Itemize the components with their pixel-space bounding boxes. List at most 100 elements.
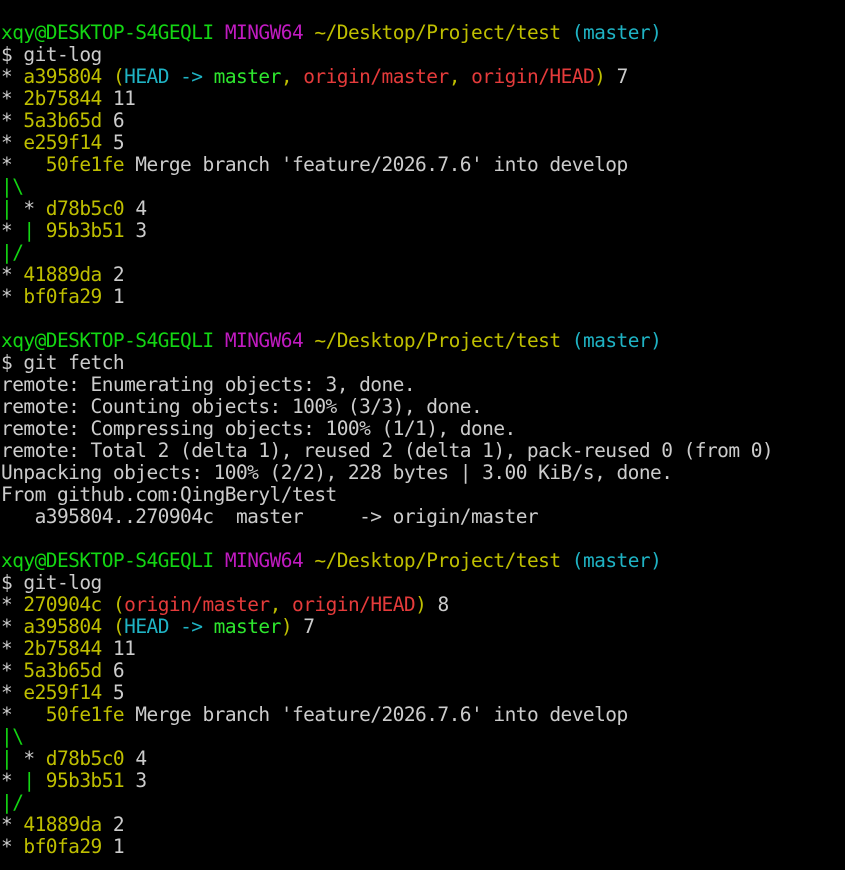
terminal-text-segment: e259f14 — [23, 132, 102, 154]
terminal-text-segment: * — [1, 836, 24, 858]
terminal-text-segment: Unpacking objects: 100% (2/2), 228 bytes… — [1, 462, 673, 484]
terminal-text-segment: remote: Compressing objects: 100% (1/1),… — [1, 418, 516, 440]
terminal-line-log: * a395804 (HEAD -> master) 7 — [1, 616, 845, 638]
terminal-line-log: * 2b75844 11 — [1, 88, 845, 110]
terminal-line-log: * a395804 (HEAD -> master, origin/master… — [1, 66, 845, 88]
terminal-text-segment: * — [12, 748, 46, 770]
terminal-text-segment: remote: Total 2 (delta 1), reused 2 (del… — [1, 440, 774, 462]
terminal-text-segment: * — [1, 704, 46, 726]
terminal-text-segment: * — [12, 198, 46, 220]
terminal-line-log: * 2b75844 11 — [1, 638, 845, 660]
terminal-line-output: remote: Counting objects: 100% (3/3), do… — [1, 396, 845, 418]
terminal-line-log: * 5a3b65d 6 — [1, 660, 845, 682]
terminal-text-segment: * — [1, 638, 24, 660]
terminal-text-segment: 3 — [124, 770, 147, 792]
terminal-text-segment: 5 — [101, 682, 125, 704]
terminal-line-command: $ git fetch — [1, 352, 845, 374]
terminal-text-segment: * — [1, 220, 24, 242]
terminal-text-segment: 6 — [101, 110, 125, 132]
terminal-text-segment: 41889da — [23, 264, 102, 286]
terminal-text-segment: 5 — [101, 132, 125, 154]
terminal-text-segment: 4 — [124, 198, 147, 220]
terminal-text-segment: 3 — [124, 220, 147, 242]
terminal-text-segment: origin/HEAD — [471, 66, 595, 88]
terminal-text-segment: a395804..270904c master -> origin/master — [1, 506, 539, 528]
terminal-output[interactable]: xqy@DESKTOP-S4GEQLI MINGW64 ~/Desktop/Pr… — [1, 22, 845, 858]
terminal-text-segment: origin/master — [124, 594, 270, 616]
terminal-text-segment: xqy@DESKTOP-S4GEQLI — [1, 550, 214, 572]
terminal-line-log: * 5a3b65d 6 — [1, 110, 845, 132]
terminal-text-segment: * — [1, 154, 46, 176]
terminal-line-log: * 270904c (origin/master, origin/HEAD) 8 — [1, 594, 845, 616]
terminal-text-segment: d78b5c0 — [45, 198, 125, 220]
terminal-text-segment: 2b75844 — [23, 638, 102, 660]
terminal-line-output: From github.com:QingBeryl/test — [1, 484, 845, 506]
terminal-text-segment: 1 — [101, 836, 125, 858]
terminal-text-segment: 7 — [292, 616, 315, 638]
terminal-text-segment: bf0fa29 — [23, 286, 102, 308]
terminal-line-log: * bf0fa29 1 — [1, 836, 845, 858]
terminal-line-output: remote: Compressing objects: 100% (1/1),… — [1, 418, 845, 440]
terminal-text-segment: ( — [112, 616, 125, 638]
terminal-line-log: * 41889da 2 — [1, 814, 845, 836]
terminal-text-segment: d78b5c0 — [45, 748, 125, 770]
terminal-text-segment: * — [1, 88, 24, 110]
terminal-text-segment: 7 — [605, 66, 629, 88]
terminal-text-segment: * — [1, 616, 24, 638]
terminal-text-segment: MINGW64 — [224, 550, 304, 572]
terminal-text-segment: * — [1, 264, 24, 286]
terminal-text-segment: origin/HEAD — [292, 594, 416, 616]
terminal-text-segment: * — [1, 286, 24, 308]
terminal-line-log: | * d78b5c0 4 — [1, 748, 845, 770]
terminal-text-segment: |\ — [1, 176, 24, 198]
terminal-text-segment: $ git-log — [1, 572, 102, 594]
terminal-text-segment: | — [23, 220, 35, 242]
terminal-line-command: $ git-log — [1, 572, 845, 594]
terminal-text-segment: a395804 — [23, 616, 102, 638]
terminal-line-log: * bf0fa29 1 — [1, 286, 845, 308]
terminal-text-segment: ~/Desktop/Project/test — [314, 22, 561, 44]
terminal-text-segment: * — [1, 814, 24, 836]
terminal-line-log: * | 95b3b51 3 — [1, 770, 845, 792]
terminal-text-segment: 5a3b65d — [23, 660, 102, 682]
terminal-line-log: * | 95b3b51 3 — [1, 220, 845, 242]
terminal-text-segment: * — [1, 682, 24, 704]
terminal-line-output: remote: Total 2 (delta 1), reused 2 (del… — [1, 440, 845, 462]
terminal-text-segment: 8 — [426, 594, 450, 616]
terminal-text-segment: | — [23, 770, 35, 792]
terminal-line-graph: |\ — [1, 726, 845, 748]
terminal-text-segment: , — [280, 66, 304, 88]
terminal-line-log: * 50fe1fe Merge branch 'feature/2026.7.6… — [1, 704, 845, 726]
terminal-text-segment: xqy@DESKTOP-S4GEQLI — [1, 22, 214, 44]
terminal-text-segment: xqy@DESKTOP-S4GEQLI — [1, 330, 214, 352]
terminal-text-segment: |\ — [1, 726, 24, 748]
terminal-text-segment: 2b75844 — [23, 88, 102, 110]
terminal-text-segment: ~/Desktop/Project/test — [314, 330, 561, 352]
terminal-line-log: * e259f14 5 — [1, 682, 845, 704]
terminal-text-segment: (master) — [571, 22, 662, 44]
terminal-text-segment: * — [1, 594, 24, 616]
terminal-text-segment: remote: Enumerating objects: 3, done. — [1, 374, 416, 396]
terminal-text-segment: | — [1, 748, 13, 770]
terminal-text-segment: (master) — [571, 330, 662, 352]
terminal-line-command: $ git-log — [1, 44, 845, 66]
terminal-text-segment: ) — [594, 66, 606, 88]
terminal-text-segment: (master) — [571, 550, 662, 572]
terminal-text-segment: , — [448, 66, 472, 88]
terminal-line-graph: |\ — [1, 176, 845, 198]
terminal-line-output: remote: Enumerating objects: 3, done. — [1, 374, 845, 396]
terminal-line-log: | * d78b5c0 4 — [1, 198, 845, 220]
terminal-text-segment: ( — [112, 594, 125, 616]
terminal-text-segment: a395804 — [23, 66, 102, 88]
terminal-text-segment: 11 — [101, 638, 136, 660]
terminal-line-output: a395804..270904c master -> origin/master — [1, 506, 845, 528]
terminal-text-segment: $ git fetch — [1, 352, 125, 374]
terminal-text-segment: 4 — [124, 748, 147, 770]
